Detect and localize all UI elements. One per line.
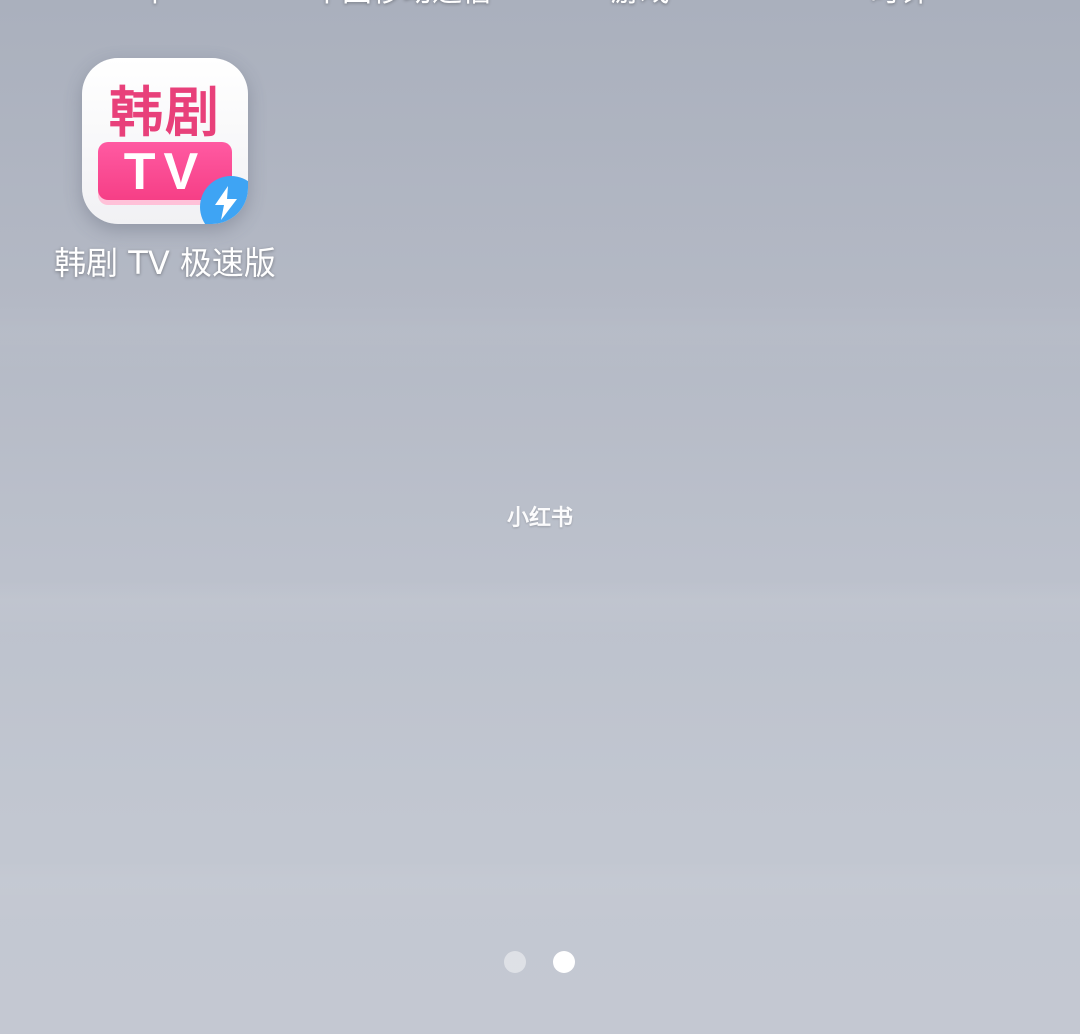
app-icon-title: 韩剧 (109, 81, 221, 144)
page-indicator[interactable] (504, 951, 584, 975)
app-label-partial-2[interactable]: 中国移动通信 (312, 0, 492, 10)
app-label-partial-1[interactable]: 中 (140, 0, 170, 10)
page-dot-2-active[interactable] (553, 951, 575, 973)
xiaohongshu-watermark: 小红书 (506, 506, 573, 531)
app-label-partial-4[interactable]: 时钟 (870, 0, 930, 10)
page-dot-1[interactable] (504, 951, 526, 973)
app-shortcut-hanju-tv[interactable]: 韩剧 TV 韩剧 TV 极速版 (40, 58, 290, 288)
app-label[interactable]: 韩剧 TV 极速版 (40, 238, 290, 284)
top-row-app-labels: 中 中国移动通信 游戏 时钟 (0, 0, 1080, 10)
lightning-icon-shape (215, 186, 237, 220)
app-label-partial-3[interactable]: 游戏 (610, 0, 670, 10)
hanju-tv-app-icon[interactable]: 韩剧 TV (82, 58, 248, 224)
